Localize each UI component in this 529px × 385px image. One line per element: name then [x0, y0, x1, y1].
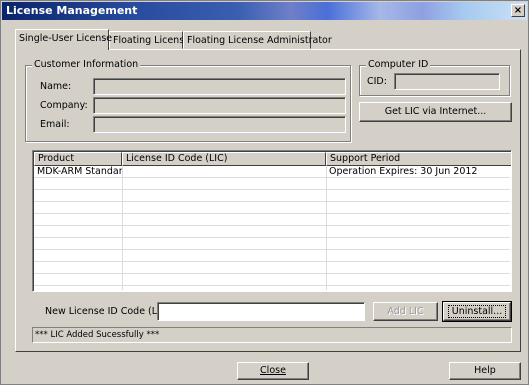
cid-label: CID: [367, 76, 387, 87]
cid-field[interactable] [394, 73, 500, 90]
uninstall-button[interactable]: Uninstall... [442, 301, 512, 322]
table-row[interactable]: MDK-ARM Standard Operation Expires: 30 J… [34, 166, 510, 178]
tab-floating-license-administrator[interactable]: Floating License Administrator [183, 31, 332, 49]
table-row [34, 262, 510, 274]
table-header: Product License ID Code (LIC) Support Pe… [34, 152, 511, 166]
column-header-support-period[interactable]: Support Period [326, 152, 511, 166]
license-table[interactable]: Product License ID Code (LIC) Support Pe… [32, 150, 512, 292]
company-label: Company: [40, 100, 88, 111]
new-lic-label: New License ID Code (LIC): [45, 306, 174, 317]
cell-product: MDK-ARM Standard [37, 166, 122, 177]
get-lic-via-internet-button[interactable]: Get LIC via Internet... [359, 102, 512, 122]
column-header-product[interactable]: Product [34, 152, 122, 166]
title-bar[interactable]: License Management × [2, 2, 527, 20]
add-lic-button[interactable]: Add LIC [373, 302, 438, 321]
uninstall-button-label: Uninstall... [447, 305, 507, 318]
close-button-label: Close [260, 365, 286, 376]
table-row [34, 190, 510, 202]
new-lic-input[interactable] [157, 302, 365, 321]
close-button[interactable]: Close [237, 362, 309, 380]
window-title: License Management [6, 4, 138, 17]
table-row [34, 274, 510, 286]
email-label: Email: [40, 119, 70, 130]
table-row [34, 250, 510, 262]
company-field[interactable] [93, 97, 346, 114]
tab-floating-license[interactable]: Floating License [109, 31, 190, 49]
close-icon[interactable]: × [511, 4, 525, 17]
tab-single-user-license[interactable]: Single-User License [15, 29, 112, 50]
cell-support-period: Operation Expires: 30 Jun 2012 [329, 166, 478, 177]
table-row [34, 238, 510, 250]
email-field[interactable] [93, 116, 346, 133]
table-row [34, 214, 510, 226]
license-management-window: License Management × Single-User License… [0, 0, 529, 385]
name-label: Name: [40, 81, 72, 92]
cell-lic [122, 166, 325, 177]
status-message: *** LIC Added Sucessfully *** [32, 327, 512, 343]
column-header-lic[interactable]: License ID Code (LIC) [122, 152, 326, 166]
table-row [34, 202, 510, 214]
computer-id-legend: Computer ID [366, 59, 431, 70]
table-row [34, 226, 510, 238]
customer-information-legend: Customer Information [32, 59, 141, 70]
help-button[interactable]: Help [449, 362, 521, 380]
name-field[interactable] [93, 78, 346, 95]
table-row [34, 178, 510, 190]
